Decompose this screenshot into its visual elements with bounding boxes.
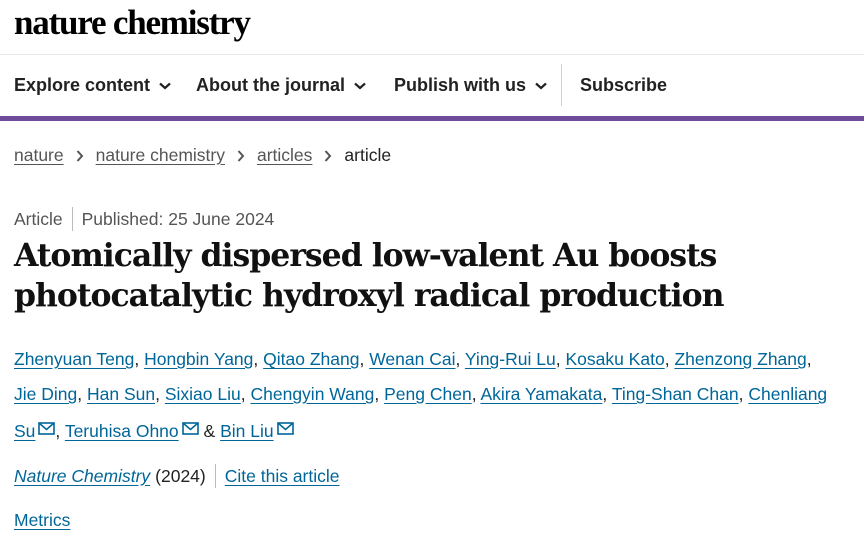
author-link[interactable]: Akira Yamakata xyxy=(480,384,602,404)
nav-subscribe[interactable]: Subscribe xyxy=(580,75,667,96)
author-link[interactable]: Teruhisa Ohno xyxy=(65,421,179,441)
author-separator: , xyxy=(134,349,140,369)
nav-accent-rule xyxy=(0,116,864,121)
journal-logo[interactable]: nature chemistry xyxy=(14,1,251,45)
chevron-right-icon xyxy=(324,149,332,162)
author-link[interactable]: Kosaku Kato xyxy=(565,349,664,369)
breadcrumb: nature nature chemistry articles article xyxy=(14,145,391,166)
nav-explore-content-label: Explore content xyxy=(14,75,151,95)
author-link[interactable]: Sixiao Liu xyxy=(165,384,241,404)
author-separator: , xyxy=(455,349,461,369)
nav-separator xyxy=(561,64,562,106)
main-nav: Explore content About the journal Publis… xyxy=(0,55,864,116)
mail-icon[interactable] xyxy=(276,412,294,447)
author-link[interactable]: Zhenyuan Teng xyxy=(14,349,134,369)
author-list: Zhenyuan Teng, Hongbin Yang, Qitao Zhang… xyxy=(14,342,834,449)
author-link[interactable]: Chengyin Wang xyxy=(250,384,374,404)
meta-separator xyxy=(71,207,73,231)
author-link[interactable]: Peng Chen xyxy=(384,384,472,404)
chevron-down-icon xyxy=(159,82,171,90)
article-meta: Article Published: 25 June 2024 xyxy=(14,207,274,231)
author-separator: , xyxy=(55,421,61,441)
author-ampersand: & xyxy=(203,421,216,441)
article-title-line-1: Atomically dispersed low-valent Au boost… xyxy=(14,237,717,274)
author-separator: , xyxy=(471,384,477,404)
author-separator: , xyxy=(738,384,744,404)
journal-link[interactable]: Nature Chemistry xyxy=(14,466,150,487)
mail-icon[interactable] xyxy=(181,412,199,447)
author-link[interactable]: Ting-Shan Chan xyxy=(612,384,739,404)
metrics-link[interactable]: Metrics xyxy=(14,510,70,530)
author-link[interactable]: Hongbin Yang xyxy=(144,349,253,369)
author-link[interactable]: Bin Liu xyxy=(220,421,274,441)
nav-about-journal[interactable]: About the journal xyxy=(196,75,366,96)
breadcrumb-articles[interactable]: articles xyxy=(257,145,312,166)
author-separator: , xyxy=(240,384,246,404)
citation-year: (2024) xyxy=(155,465,206,486)
author-link[interactable]: Wenan Cai xyxy=(369,349,455,369)
chevron-down-icon xyxy=(354,82,366,90)
author-link[interactable]: Ying-Rui Lu xyxy=(465,349,556,369)
nav-about-journal-label: About the journal xyxy=(196,75,345,95)
author-link[interactable]: Qitao Zhang xyxy=(263,349,359,369)
breadcrumb-current: article xyxy=(344,145,392,165)
nav-publish-with-us[interactable]: Publish with us xyxy=(394,75,547,96)
author-link[interactable]: Han Sun xyxy=(87,384,155,404)
author-separator: , xyxy=(602,384,608,404)
author-separator: , xyxy=(359,349,365,369)
chevron-down-icon xyxy=(535,82,547,90)
citation-line: Nature Chemistry (2024) Cite this articl… xyxy=(14,464,340,488)
nav-explore-content[interactable]: Explore content xyxy=(14,75,171,96)
chevron-right-icon xyxy=(237,149,245,162)
breadcrumb-nature[interactable]: nature xyxy=(14,145,64,166)
author-link[interactable]: Zhenzong Zhang xyxy=(674,349,806,369)
cite-this-article-link[interactable]: Cite this article xyxy=(225,466,340,487)
author-separator: , xyxy=(253,349,259,369)
published-date: Published: 25 June 2024 xyxy=(81,208,275,229)
article-title-line-2: photocatalytic hydroxyl radical producti… xyxy=(14,277,725,314)
author-link[interactable]: Jie Ding xyxy=(14,384,77,404)
author-separator: , xyxy=(555,349,561,369)
author-separator: , xyxy=(664,349,670,369)
metrics-section: Metrics xyxy=(14,510,70,531)
chevron-right-icon xyxy=(76,149,84,162)
article-title: Atomically dispersed low-valent Au boost… xyxy=(14,236,854,316)
breadcrumb-nature-chemistry[interactable]: nature chemistry xyxy=(96,145,225,166)
author-separator: , xyxy=(806,349,812,369)
mail-icon[interactable] xyxy=(38,412,56,447)
citation-separator xyxy=(214,464,216,488)
author-separator: , xyxy=(155,384,160,404)
article-type: Article xyxy=(14,208,63,229)
author-separator: , xyxy=(77,384,83,404)
author-separator: , xyxy=(374,384,380,404)
nav-publish-with-us-label: Publish with us xyxy=(394,75,527,95)
